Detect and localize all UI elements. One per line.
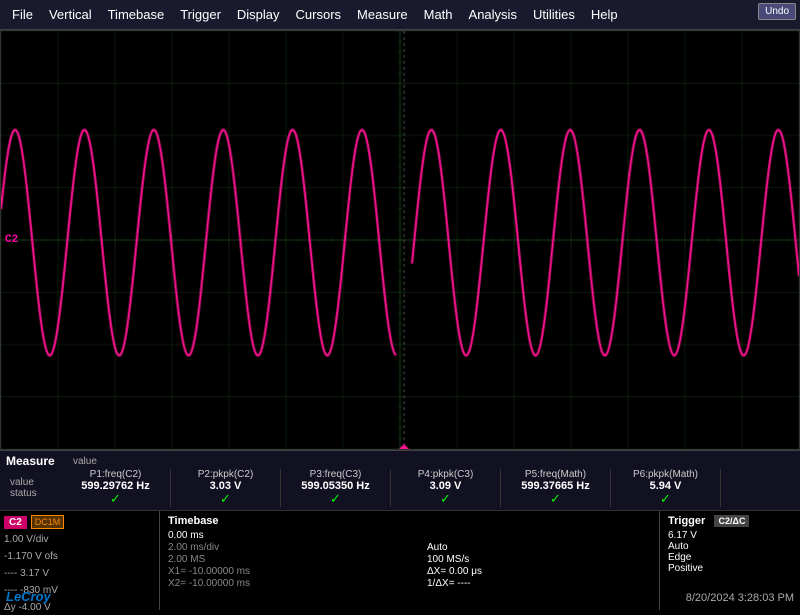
meas-col-check-2: ✓ — [330, 492, 341, 507]
menu-trigger[interactable]: Trigger — [172, 5, 229, 24]
meas-row1-label: value — [10, 477, 34, 488]
meas-col-1: P2:pkpk(C2)3.03 V✓ — [171, 469, 281, 507]
tb-value-3: ΔX= 0.00 μs — [427, 566, 651, 577]
ch-param-0: 1.00 V/div — [4, 532, 155, 547]
oscilloscope-display: C2 — [0, 30, 800, 450]
meas-col-header-4: P5:freq(Math) — [525, 469, 586, 480]
timebase-header: Timebase — [168, 515, 651, 527]
menu-timebase[interactable]: Timebase — [100, 5, 173, 24]
menubar: File Vertical Timebase Trigger Display C… — [0, 0, 800, 30]
channel-tag: C2 — [4, 516, 27, 529]
tb-value-4: 1/ΔX= ---- — [427, 578, 651, 589]
menu-help[interactable]: Help — [583, 5, 626, 24]
menu-file[interactable]: File — [4, 5, 41, 24]
menu-measure[interactable]: Measure — [349, 5, 416, 24]
menu-vertical[interactable]: Vertical — [41, 5, 100, 24]
tr-value-3: Positive — [668, 563, 792, 574]
tb-value-0: 0.00 ms — [168, 530, 651, 541]
meas-col-value-0: 599.29762 Hz — [81, 480, 150, 492]
ch-param-1: -1.170 V ofs — [4, 549, 155, 564]
meas-col-value-1: 3.03 V — [210, 480, 242, 492]
menu-display[interactable]: Display — [229, 5, 288, 24]
measure-title: Measure — [6, 454, 61, 468]
trigger-header: Trigger C2/ΔC — [668, 515, 792, 527]
channel-c2-label: C2 — [5, 234, 18, 246]
timebase-panel: Timebase 0.00 ms2.00 ms/div Auto 2.00 MS 10… — [160, 511, 660, 610]
lecroy-logo: LeCroy — [6, 589, 51, 604]
meas-col-check-1: ✓ — [220, 492, 231, 507]
undo-button[interactable]: Undo — [758, 3, 796, 20]
meas-col-4: P5:freq(Math)599.37665 Hz✓ — [501, 469, 611, 507]
timebase-rows: 0.00 ms2.00 ms/div Auto 2.00 MS 100 MS/s X1=… — [168, 530, 651, 589]
menu-cursors[interactable]: Cursors — [288, 5, 350, 24]
meas-col-value-2: 599.05350 Hz — [301, 480, 370, 492]
measure-value-label: value — [73, 456, 97, 467]
tr-value-2: Edge — [668, 552, 792, 563]
tb-value-1: Auto — [427, 542, 651, 553]
meas-col-0: P1:freq(C2)599.29762 Hz✓ — [61, 469, 171, 507]
meas-col-check-0: ✓ — [110, 492, 121, 507]
meas-col-header-0: P1:freq(C2) — [90, 469, 142, 480]
meas-col-value-5: 5.94 V — [650, 480, 682, 492]
meas-col-5: P6:pkpk(Math)5.94 V✓ — [611, 469, 721, 507]
meas-col-header-2: P3:freq(C3) — [310, 469, 362, 480]
grid-canvas — [1, 31, 799, 449]
menu-analysis[interactable]: Analysis — [461, 5, 525, 24]
coupling-tag: DC1M — [31, 515, 65, 529]
meas-col-check-3: ✓ — [440, 492, 451, 507]
meas-row2-label: status — [10, 488, 37, 499]
tr-value-1: Auto — [668, 541, 792, 552]
meas-col-3: P4:pkpk(C3)3.09 V✓ — [391, 469, 501, 507]
tb-value-2: 100 MS/s — [427, 554, 651, 565]
info-bar: C2 DC1M 1.00 V/div -1.170 V ofs ---- 3.17 … — [0, 510, 800, 610]
menu-math[interactable]: Math — [416, 5, 461, 24]
trigger-rows: 6.17 VAutoEdgePositive — [668, 530, 792, 574]
meas-col-header-5: P6:pkpk(Math) — [633, 469, 698, 480]
menu-utilities[interactable]: Utilities — [525, 5, 583, 24]
ch-param-2: ---- 3.17 V — [4, 566, 155, 581]
measure-row: value status P1:freq(C2)599.29762 Hz✓P2:… — [6, 469, 794, 507]
tr-value-0: 6.17 V — [668, 530, 792, 541]
tb-label-3: X1= -10.00000 ms — [168, 566, 419, 577]
meas-col-header-3: P4:pkpk(C3) — [418, 469, 474, 480]
measure-bar: Measure value value status P1:freq(C2)59… — [0, 450, 800, 510]
tb-label-2: 2.00 MS — [168, 554, 419, 565]
tb-label-4: X2= -10.00000 ms — [168, 578, 419, 589]
meas-col-check-4: ✓ — [550, 492, 561, 507]
meas-col-value-3: 3.09 V — [430, 480, 462, 492]
meas-col-header-1: P2:pkpk(C2) — [198, 469, 254, 480]
trigger-channel-badge: C2/ΔC — [714, 515, 749, 527]
meas-col-2: P3:freq(C3)599.05350 Hz✓ — [281, 469, 391, 507]
datetime: 8/20/2024 3:28:03 PM — [686, 592, 794, 604]
meas-col-value-4: 599.37665 Hz — [521, 480, 590, 492]
meas-col-check-5: ✓ — [660, 492, 671, 507]
tb-label-1: 2.00 ms/div — [168, 542, 419, 553]
